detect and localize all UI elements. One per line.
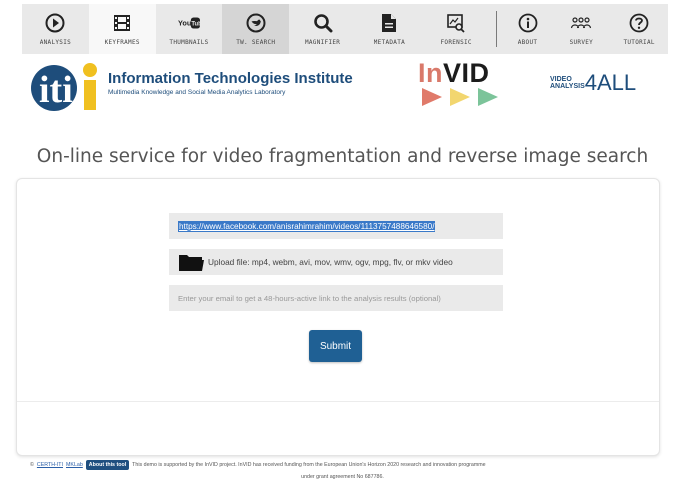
- email-input[interactable]: Enter your email to get a 48-hours-activ…: [169, 285, 503, 311]
- top-toolbar: ANALYSIS KEYFRAMES YouTube THUMBNAILS TW…: [22, 4, 668, 54]
- toolbar-thumbnails[interactable]: YouTube THUMBNAILS: [156, 4, 223, 54]
- page-title: On-line service for video fragmentation …: [36, 146, 649, 167]
- play-circle-icon: [44, 12, 66, 34]
- toolbar-tw-search[interactable]: TW. SEARCH: [222, 4, 290, 54]
- footer-funding-notice: This demo is supported by the InVID proj…: [132, 462, 486, 468]
- video4all-analysis-text: ANALYSIS: [550, 83, 585, 90]
- toolbar-thumbnails-label: THUMBNAILS: [169, 39, 209, 46]
- submit-button[interactable]: Submit: [309, 330, 362, 362]
- info-icon: [517, 12, 539, 34]
- footer-line-1: © CERTH-ITI MKLab About this tool This d…: [30, 460, 486, 470]
- toolbar-magnifier-label: MAGNIFIER: [304, 39, 341, 46]
- forensic-icon: [445, 12, 467, 34]
- toolbar-keyframes-label: KEYFRAMES: [104, 39, 140, 46]
- main-panel: https://www.facebook.com/anisrahimrahim/…: [16, 178, 660, 456]
- video4all-logo-big: 4ALL: [584, 70, 637, 95]
- video4all-logo: VIDEO ANALYSIS4ALL: [550, 70, 636, 96]
- toolbar-about[interactable]: ABOUT: [503, 4, 553, 54]
- about-this-tool-button[interactable]: About this tool: [85, 460, 130, 470]
- iti-subtitle: Multimedia Knowledge and Social Media An…: [108, 89, 286, 96]
- toolbar-analysis-label: ANALYSIS: [39, 39, 72, 46]
- iti-logo: iti: [26, 58, 102, 114]
- invid-logo: InVID: [418, 58, 490, 89]
- film-icon: [111, 12, 133, 34]
- folder-icon: [179, 255, 204, 271]
- toolbar-survey[interactable]: SURVEY: [552, 4, 610, 54]
- twitter-circle-icon: [245, 12, 267, 34]
- toolbar-analysis[interactable]: ANALYSIS: [22, 4, 89, 54]
- svg-text:Tube: Tube: [191, 22, 200, 28]
- iti-logo-letters: iti: [39, 69, 73, 111]
- magnifier-icon: [312, 12, 334, 34]
- invid-logo-vid: VID: [443, 58, 490, 88]
- document-icon: [378, 12, 400, 34]
- toolbar-survey-label: SURVEY: [569, 39, 594, 46]
- question-icon: [628, 12, 650, 34]
- video4all-video-text: VIDEO: [550, 76, 572, 83]
- video-url-value: https://www.facebook.com/anisrahimrahim/…: [178, 220, 436, 232]
- footer-copyright: ©: [30, 462, 34, 468]
- toolbar-about-label: ABOUT: [517, 39, 538, 46]
- toolbar-tw-search-label: TW. SEARCH: [236, 39, 276, 46]
- toolbar-metadata-label: METADATA: [373, 39, 406, 46]
- toolbar-separator: [495, 11, 497, 47]
- toolbar-magnifier[interactable]: MAGNIFIER: [289, 4, 356, 54]
- toolbar-metadata[interactable]: METADATA: [356, 4, 423, 54]
- youtube-icon: YouTube: [178, 12, 200, 34]
- invid-logo-in: In: [418, 58, 443, 88]
- iti-title: Information Technologies Institute: [108, 70, 353, 87]
- video4all-logo-small: VIDEO ANALYSIS: [550, 76, 585, 90]
- toolbar-forensic[interactable]: FORENSIC: [423, 4, 490, 54]
- footer-link-certh[interactable]: CERTH-ITI: [37, 462, 63, 468]
- svg-text:You: You: [178, 19, 191, 28]
- email-placeholder: Enter your email to get a 48-hours-activ…: [178, 293, 441, 303]
- survey-icon: [570, 12, 592, 34]
- toolbar-tutorial[interactable]: TUTORIAL: [610, 4, 668, 54]
- footer-grant-notice: under grant agreement No 687786.: [301, 474, 384, 480]
- footer-link-mklab[interactable]: MKLab: [66, 462, 83, 468]
- panel-divider: [17, 401, 659, 402]
- toolbar-forensic-label: FORENSIC: [440, 39, 472, 46]
- toolbar-keyframes[interactable]: KEYFRAMES: [88, 4, 156, 54]
- toolbar-tutorial-label: TUTORIAL: [623, 39, 655, 46]
- upload-file-label: Upload file: mp4, webm, avi, mov, wmv, o…: [208, 257, 453, 267]
- invid-triangles: [420, 88, 502, 106]
- video-url-input[interactable]: https://www.facebook.com/anisrahimrahim/…: [169, 213, 503, 239]
- upload-file-button[interactable]: Upload file: mp4, webm, avi, mov, wmv, o…: [169, 249, 503, 275]
